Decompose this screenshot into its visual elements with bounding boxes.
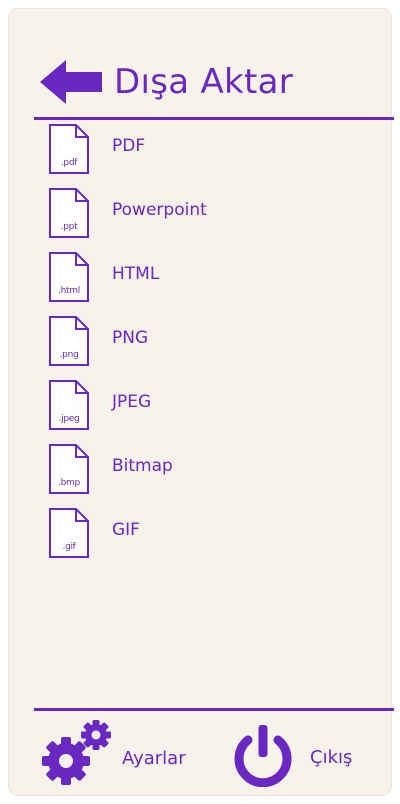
header-divider: [34, 117, 394, 120]
panel-header: Dışa Aktar: [40, 52, 293, 112]
gears-icon: [42, 720, 111, 785]
file-extension: .pdf: [60, 158, 78, 168]
export-item-gif[interactable]: .gif GIF: [48, 508, 207, 572]
power-icon: [234, 725, 292, 787]
exit-button[interactable]: Çıkış: [228, 723, 352, 787]
file-icon: .bmp: [48, 444, 90, 494]
settings-label: Ayarlar: [122, 747, 186, 769]
left-arrow-icon[interactable]: [40, 60, 104, 104]
export-panel: Dışa Aktar .pdf PDF .ppt Powerpoint .htm…: [8, 8, 394, 796]
file-icon: .png: [48, 316, 90, 366]
export-item-powerpoint[interactable]: .ppt Powerpoint: [48, 188, 207, 252]
panel-footer: Ayarlar Çıkış: [38, 713, 388, 793]
export-format-list: .pdf PDF .ppt Powerpoint .html HTML .png…: [48, 124, 207, 572]
file-icon: .pdf: [48, 124, 90, 174]
export-item-png[interactable]: .png PNG: [48, 316, 207, 380]
export-item-label: PDF: [112, 136, 146, 156]
file-extension: .gif: [62, 542, 76, 552]
export-item-label: JPEG: [112, 392, 152, 412]
export-item-label: PNG: [112, 328, 149, 348]
export-item-pdf[interactable]: .pdf PDF: [48, 124, 207, 188]
settings-button[interactable]: Ayarlar: [38, 717, 186, 787]
file-icon: .ppt: [48, 188, 90, 238]
page-title: Dışa Aktar: [114, 62, 294, 102]
file-extension: .ppt: [60, 222, 78, 232]
export-item-label: HTML: [112, 264, 160, 284]
file-icon: .jpeg: [48, 380, 90, 430]
footer-divider: [34, 708, 394, 711]
file-extension: .bmp: [58, 478, 80, 488]
export-item-label: Powerpoint: [112, 200, 207, 220]
exit-label: Çıkış: [310, 746, 353, 768]
export-item-label: GIF: [112, 520, 140, 540]
export-item-bitmap[interactable]: .bmp Bitmap: [48, 444, 207, 508]
export-item-label: Bitmap: [112, 456, 173, 476]
file-icon: .gif: [48, 508, 90, 558]
export-item-jpeg[interactable]: .jpeg JPEG: [48, 380, 207, 444]
file-extension: .html: [58, 286, 80, 296]
file-icon: .html: [48, 252, 90, 302]
file-extension: .png: [59, 350, 79, 360]
export-item-html[interactable]: .html HTML: [48, 252, 207, 316]
file-extension: .jpeg: [58, 414, 80, 424]
